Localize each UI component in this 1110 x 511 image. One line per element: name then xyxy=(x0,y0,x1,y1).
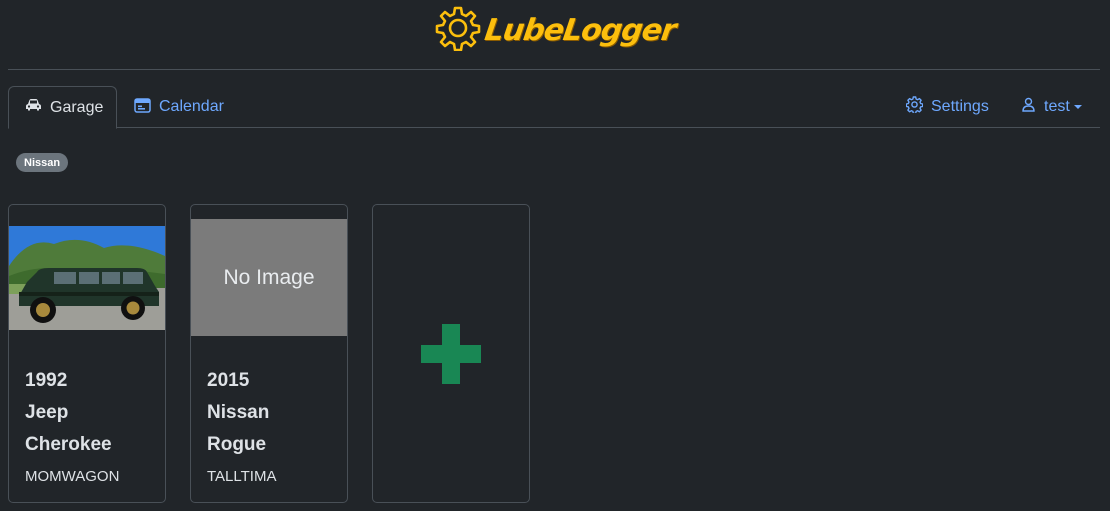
vehicle-card[interactable]: 1992 Jeep Cherokee MOMWAGON xyxy=(8,204,166,503)
main-nav-tabs: Garage Calendar Settings test xyxy=(8,86,1100,129)
settings-label: Settings xyxy=(931,98,989,115)
calendar-icon xyxy=(134,97,151,118)
vehicle-card-body: 2015 Nissan Rogue TALLTIMA xyxy=(207,365,339,487)
add-vehicle-card[interactable] xyxy=(372,204,530,503)
user-menu-dropdown[interactable]: test xyxy=(1005,86,1098,128)
tab-garage[interactable]: Garage xyxy=(8,86,117,129)
tab-calendar-label: Calendar xyxy=(159,98,224,115)
car-icon xyxy=(25,98,42,117)
vehicle-license-plate: TALLTIMA xyxy=(207,468,277,485)
gear-icon xyxy=(905,96,924,118)
tab-garage-label: Garage xyxy=(50,98,104,116)
tab-calendar[interactable]: Calendar xyxy=(118,86,240,128)
vehicle-image xyxy=(9,226,165,330)
app-logo-text: LubeLogger xyxy=(482,12,678,48)
no-image-placeholder: No Image xyxy=(191,219,347,336)
vehicle-make: Jeep xyxy=(25,402,69,423)
gear-icon xyxy=(435,5,481,56)
vehicle-year: 2015 xyxy=(207,370,250,391)
vehicle-year: 1992 xyxy=(25,370,68,391)
vehicle-card[interactable]: No Image 2015 Nissan Rogue TALLTIMA xyxy=(190,204,348,503)
vehicle-model: Rogue xyxy=(207,434,267,455)
app-header: LubeLogger xyxy=(0,0,1110,60)
app-logo: LubeLogger xyxy=(435,5,678,56)
plus-icon xyxy=(421,324,481,384)
vehicle-card-body: 1992 Jeep Cherokee MOMWAGON xyxy=(25,365,157,487)
user-label: test xyxy=(1044,98,1070,115)
tag-filter-badge[interactable]: Nissan xyxy=(16,153,69,172)
vehicle-make: Nissan xyxy=(207,402,270,423)
vehicle-model: Cherokee xyxy=(25,434,112,455)
chevron-down-icon xyxy=(1073,105,1082,109)
header-divider xyxy=(8,69,1100,70)
settings-link[interactable]: Settings xyxy=(890,86,1005,128)
person-icon xyxy=(1021,97,1036,117)
vehicle-license-plate: MOMWAGON xyxy=(25,468,120,485)
